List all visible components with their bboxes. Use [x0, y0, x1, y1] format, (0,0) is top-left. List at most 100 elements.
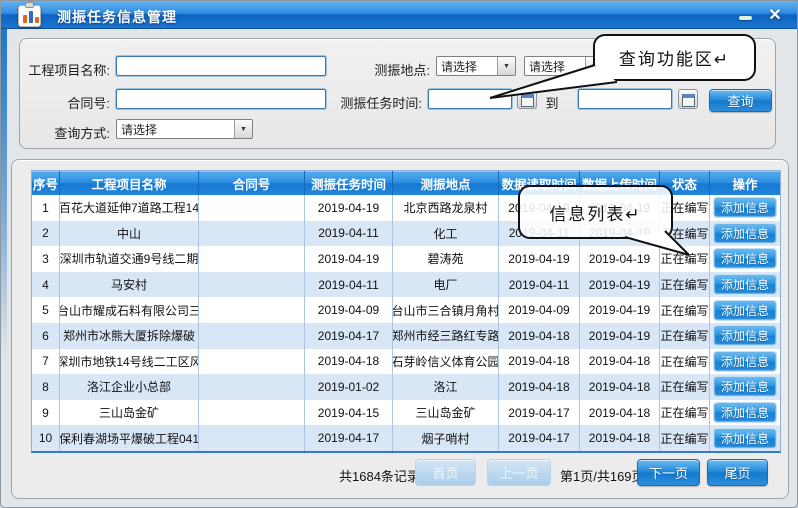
last-page-button[interactable]: 尾页 [707, 459, 768, 486]
cell-contract [199, 246, 305, 272]
cell-status: 正在编写 [660, 400, 710, 426]
query-method-select[interactable]: 请选择 ▼ [116, 119, 253, 139]
app-window: 测振任务信息管理 ✕ 工程项目名称: 合同号: 查询方式: 请选择 ▼ 测振地点… [0, 0, 798, 508]
location-province-select[interactable]: 请选择 ▼ [436, 56, 516, 76]
minimize-button[interactable] [738, 9, 753, 24]
add-info-button[interactable]: 添加信息 [714, 301, 776, 320]
cell-status: 正在编写 [660, 246, 710, 272]
total-records-text: 共1684条记录 [339, 466, 420, 485]
cell-contract [199, 297, 305, 323]
cell-task_time: 2019-04-15 [305, 400, 393, 426]
cell-name: 深圳市轨道交通9号线二期 [60, 246, 199, 272]
cell-contract [199, 323, 305, 349]
column-header: 测振任务时间 [305, 171, 393, 195]
cell-task_time: 2019-04-19 [305, 195, 393, 221]
task-time-to-input[interactable] [578, 89, 672, 109]
cell-upload_time: 2019-04-19 [580, 323, 660, 349]
cell-upload_time: 2019-04-18 [580, 349, 660, 375]
bar-chart-app-icon [15, 3, 43, 28]
cell-read_time: 2019-04-17 [499, 400, 580, 426]
project-name-input[interactable] [116, 56, 326, 76]
cell-no: 6 [32, 323, 60, 349]
cell-contract [199, 400, 305, 426]
location-city-select[interactable]: 请选择 ▼ [524, 56, 604, 76]
cell-location: 三山岛金矿 [393, 400, 499, 426]
cell-read_time: 2019-04-09 [499, 297, 580, 323]
task-time-label: 测振任务时间: [320, 93, 422, 112]
cell-location: 碧涛苑 [393, 246, 499, 272]
cell-contract [199, 195, 305, 221]
cell-task_time: 2019-04-11 [305, 272, 393, 298]
chevron-down-icon[interactable]: ▼ [497, 57, 515, 75]
cell-task_time: 2019-04-09 [305, 297, 393, 323]
cell-location: 台山市三合镇月角村 [393, 297, 499, 323]
cell-read_time: 2019-04-18 [499, 374, 580, 400]
cell-status: 正在编写 [660, 323, 710, 349]
cell-name: 中山 [60, 221, 199, 247]
add-info-button[interactable]: 添加信息 [714, 352, 776, 371]
app-icon-clip [25, 2, 34, 8]
info-list-callout: 信息列表↵ [518, 185, 673, 239]
add-info-button[interactable]: 添加信息 [714, 429, 776, 448]
chevron-down-icon[interactable]: ▼ [234, 120, 252, 138]
cell-name: 深圳市地铁14号线二工区风 [60, 349, 199, 375]
cell-no: 1 [32, 195, 60, 221]
cell-name: 百花大道延伸7道路工程14 [60, 195, 199, 221]
cell-upload_time: 2019-04-18 [580, 400, 660, 426]
cell-no: 2 [32, 221, 60, 247]
add-info-button[interactable]: 添加信息 [714, 198, 776, 217]
cell-location: 电厂 [393, 272, 499, 298]
cell-task_time: 2019-04-18 [305, 349, 393, 375]
calendar-icon [682, 94, 695, 107]
app-icon-bar [23, 15, 27, 23]
add-info-button[interactable]: 添加信息 [714, 403, 776, 422]
date-picker-to-button[interactable] [678, 89, 698, 109]
cell-status: 正在编写 [660, 425, 710, 451]
cell-upload_time: 2019-04-18 [580, 374, 660, 400]
cell-action: 添加信息 [710, 195, 780, 221]
cell-upload_time: 2019-04-19 [580, 246, 660, 272]
cell-action: 添加信息 [710, 272, 780, 298]
add-info-button[interactable]: 添加信息 [714, 326, 776, 345]
contract-no-input[interactable] [116, 89, 326, 109]
cell-name: 保利春湖场平爆破工程041 [60, 425, 199, 451]
location-city-value: 请选择 [525, 58, 585, 75]
cell-name: 台山市耀成石料有限公司三 [60, 297, 199, 323]
cell-contract [199, 221, 305, 247]
search-button[interactable]: 查询 [709, 89, 772, 112]
add-info-button[interactable]: 添加信息 [714, 224, 776, 243]
cell-name: 郑州市冰熊大厦拆除爆破 [60, 323, 199, 349]
prev-page-button[interactable]: 上一页 [487, 459, 551, 486]
page-info-text: 第1页/共169页 [560, 466, 645, 485]
cell-read_time: 2019-04-18 [499, 349, 580, 375]
add-info-button[interactable]: 添加信息 [714, 249, 776, 268]
cell-task_time: 2019-04-17 [305, 425, 393, 451]
cell-contract [199, 374, 305, 400]
cell-location: 郑州市经三路红专路 [393, 323, 499, 349]
cell-task_time: 2019-01-02 [305, 374, 393, 400]
column-header: 工程项目名称 [60, 171, 199, 195]
cell-read_time: 2019-04-11 [499, 272, 580, 298]
add-info-button[interactable]: 添加信息 [714, 377, 776, 396]
next-page-button[interactable]: 下一页 [637, 459, 700, 486]
date-picker-from-button[interactable] [517, 89, 537, 109]
cell-no: 5 [32, 297, 60, 323]
table-row: 10保利春湖场平爆破工程0412019-04-17烟子哨村2019-04-172… [32, 425, 780, 451]
cell-no: 8 [32, 374, 60, 400]
cell-location: 石芽岭信义体育公园 [393, 349, 499, 375]
to-label: 到 [540, 93, 564, 112]
cell-action: 添加信息 [710, 323, 780, 349]
location-province-value: 请选择 [437, 58, 497, 75]
cell-location: 洛江 [393, 374, 499, 400]
first-page-button[interactable]: 首页 [415, 459, 476, 486]
cell-upload_time: 2019-04-19 [580, 297, 660, 323]
cell-upload_time: 2019-04-19 [580, 272, 660, 298]
cell-status: 正在编写 [660, 374, 710, 400]
close-button[interactable]: ✕ [765, 4, 785, 26]
project-name-label: 工程项目名称: [20, 60, 110, 79]
cell-no: 3 [32, 246, 60, 272]
cell-task_time: 2019-04-19 [305, 246, 393, 272]
add-info-button[interactable]: 添加信息 [714, 275, 776, 294]
task-time-from-input[interactable] [428, 89, 512, 109]
cell-contract [199, 425, 305, 451]
